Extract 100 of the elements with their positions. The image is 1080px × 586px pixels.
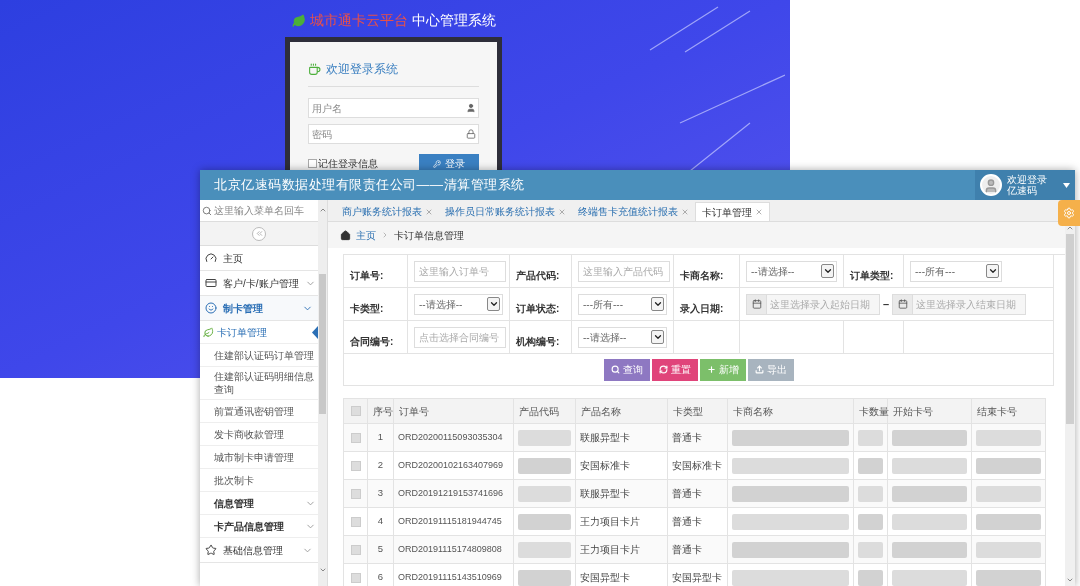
chevron-right-icon [381,231,389,239]
column-header: 卡类型 [673,404,703,419]
user-greeting: 欢迎登录 [1007,174,1047,185]
remember-checkbox[interactable] [308,159,317,168]
table-cell-text: 王力项目卡片 [580,543,640,557]
field-label: 订单状态: [516,303,560,314]
breadcrumb-item: 卡订单信息管理 [394,228,464,243]
leaf-icon [292,13,306,28]
scroll-down-icon[interactable] [318,566,327,574]
scroll-down-icon[interactable] [1066,576,1074,584]
table-cell-text: ORD20191115181944745 [398,514,502,528]
field-label: 订单号: [350,270,384,281]
action-button[interactable]: 查询 [603,358,650,381]
double-chevron-icon [254,229,264,238]
checkbox[interactable] [350,488,361,499]
close-icon[interactable] [681,207,689,216]
table-cell-text: 安国异型卡 [580,571,630,585]
table-cell-text: 安国标准卡 [672,459,722,473]
field-label: 录入日期: [680,303,724,314]
blurred-text [858,513,883,530]
table-cell-text: ORD20191115174809808 [398,542,502,556]
tab[interactable]: 卡订单管理 [695,202,770,221]
scroll-up-icon[interactable] [1066,224,1074,232]
table-cell-text: 普通卡 [672,431,702,445]
checkbox[interactable] [350,460,361,471]
table-cell-text: ORD20191115143510969 [398,570,502,584]
input-field[interactable]: 这里输入订单号 [414,260,506,282]
settings-button[interactable] [1058,200,1080,226]
table-cell-text: 普通卡 [672,487,702,501]
dropdown[interactable]: ---所有--- [910,260,1002,282]
table-cell-text: 普通卡 [672,515,702,529]
blurred-text [976,485,1041,502]
scrollbar[interactable] [318,200,327,586]
table-cell: 6 [377,570,384,585]
table-cell: 4 [377,514,384,529]
table-cell-text: ORD20200102163407969 [398,458,504,472]
date-field[interactable]: 这里选择录入结束日期 [892,293,1027,315]
blurred-text [858,457,883,474]
brand-title: 城市通卡云平台 [310,11,408,30]
checkbox[interactable] [350,544,361,555]
dropdown[interactable]: --请选择-- [578,326,667,348]
input-field[interactable]: 这里输入产品代码 [578,260,670,282]
checkbox[interactable] [350,406,361,416]
settings-icon [1063,207,1075,219]
checkbox[interactable] [350,516,361,527]
checkbox[interactable] [350,572,361,583]
field-label: 合同编号: [350,336,394,347]
tab[interactable]: 操作员日常账务统计报表 [439,202,572,221]
calendar-icon [751,299,762,309]
blurred-text [976,541,1041,558]
close-icon[interactable] [755,208,763,216]
table-cell-text: ORD20191219153741696 [398,486,504,500]
blurred-text [858,485,883,502]
search-icon [202,205,212,216]
window-title: 北京亿速码数据处理有限责任公司——清算管理系统 [214,176,525,195]
dropdown[interactable]: ---所有--- [578,293,667,315]
username-field[interactable]: 用户名 [308,98,479,118]
collapse-button[interactable] [252,226,266,241]
caret-icon [1063,182,1070,188]
input-field[interactable]: 点击选择合同编号 [414,326,506,348]
blurred-text [976,569,1041,586]
user-name: 亿速码 [1007,185,1038,196]
blurred-text [858,569,883,586]
table-cell: 3 [377,486,384,501]
blurred-text [518,513,571,530]
tab[interactable]: 商户账务统计报表 [336,202,439,221]
dropdown[interactable]: --请选择-- [414,293,503,315]
password-field[interactable]: 密码 [308,124,479,144]
close-icon[interactable] [425,207,433,216]
action-button[interactable]: 重置 [651,358,698,381]
search-icon [610,365,620,374]
dropdown[interactable]: --请选择-- [746,260,837,282]
calendar-icon [897,299,908,309]
table-cell-text: 联服异型卡 [580,431,630,445]
table-cell: 2 [377,458,384,473]
blurred-text [518,457,571,474]
column-header: 产品名称 [581,404,621,419]
blurred-text [976,457,1041,474]
leaf-icon [203,326,214,338]
table-cell-text: 普通卡 [672,543,702,557]
avatar [980,174,1002,196]
field-label: 产品代码: [516,270,560,281]
login-heading: 欢迎登录系统 [326,61,398,78]
field-label: 机构编号: [516,336,560,347]
table-cell-text: 联服异型卡 [580,487,630,501]
blurred-text [976,513,1041,530]
tab[interactable]: 终端售卡充值统计报表 [572,202,695,221]
scroll-up-icon[interactable] [318,206,327,214]
date-field[interactable]: 这里选择录入起始日期 [746,293,880,315]
column-header: 卡商名称 [733,404,773,419]
checkbox[interactable] [350,432,361,443]
table-cell: 1 [377,430,384,445]
breadcrumb-item[interactable]: 主页 [356,227,376,243]
user-menu[interactable]: 欢迎登录 亿速码 [975,170,1075,200]
menu-item[interactable]: 制卡管理 [200,296,318,321]
upload-icon [754,365,764,374]
blurred-text [518,541,571,558]
lock-icon [466,129,476,139]
refresh-icon [658,365,668,374]
close-icon[interactable] [558,207,566,216]
